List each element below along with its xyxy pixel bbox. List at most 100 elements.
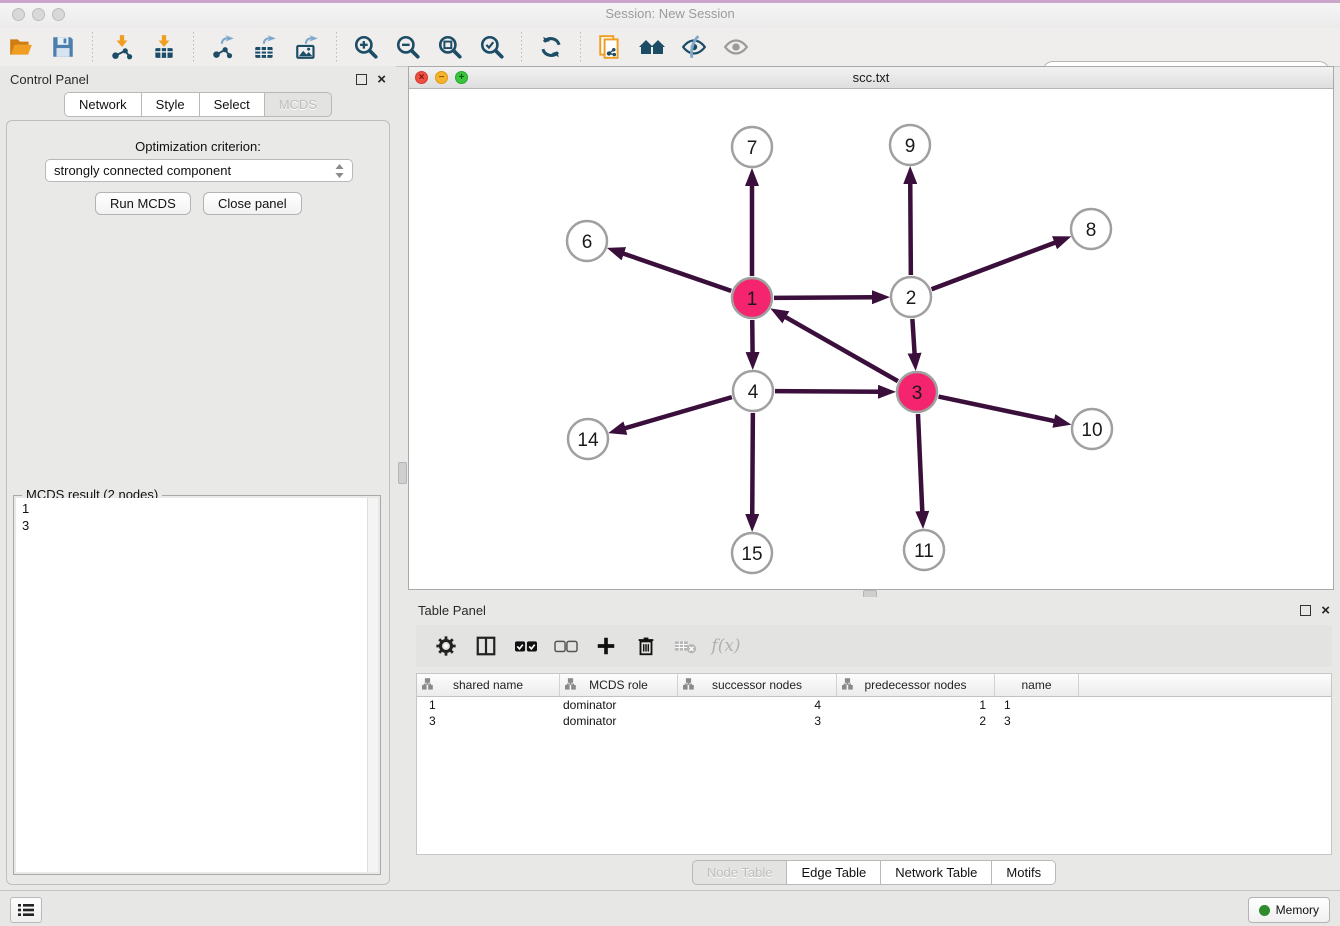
- deselect-all-checks-icon[interactable]: [551, 631, 581, 661]
- table-panel-title: Table Panel: [418, 603, 486, 618]
- graph-node-label: 6: [582, 232, 593, 253]
- close-panel-button[interactable]: Close panel: [203, 192, 302, 215]
- import-table-icon[interactable]: [149, 32, 179, 62]
- network-from-document-icon[interactable]: [595, 32, 625, 62]
- network-window-titlebar[interactable]: × − + scc.txt: [409, 67, 1333, 89]
- export-network-icon[interactable]: [208, 32, 238, 62]
- graph-node-label: 15: [741, 544, 762, 565]
- graph-edge-4-14[interactable]: [623, 397, 732, 429]
- mcds-result-group: MCDS result (2 nodes) 1 3: [13, 495, 381, 875]
- graph-edge-3-10[interactable]: [939, 397, 1057, 422]
- column-header-successor-nodes[interactable]: successor nodes: [678, 674, 837, 696]
- table-row[interactable]: 3dominator323: [417, 713, 1331, 729]
- delete-table-icon[interactable]: [671, 631, 701, 661]
- main-titlebar: Session: New Session: [0, 0, 1340, 29]
- table-row[interactable]: 1dominator411: [417, 697, 1331, 713]
- home-icon[interactable]: [637, 32, 667, 62]
- column-header-name[interactable]: name: [995, 674, 1079, 696]
- graph-node-label: 10: [1081, 420, 1102, 441]
- table-cell[interactable]: 3: [417, 714, 560, 728]
- table-header-row: shared name MCDS role successor nodesprede…: [417, 674, 1331, 697]
- network-canvas[interactable]: 1234678910111415: [410, 89, 1332, 589]
- window-title: Session: New Session: [0, 6, 1340, 21]
- table-toolbar: f(x): [416, 625, 1332, 667]
- column-header-label: shared name: [453, 678, 523, 692]
- graph-edge-4-15[interactable]: [752, 413, 753, 517]
- graph-edge-3-11[interactable]: [918, 414, 922, 514]
- table-cell[interactable]: 1: [837, 698, 995, 712]
- status-bar: Memory: [0, 890, 1340, 926]
- network-window-title: scc.txt: [409, 70, 1333, 85]
- show-panel-eye-icon[interactable]: [721, 32, 751, 62]
- export-table-icon[interactable]: [250, 32, 280, 62]
- open-session-icon[interactable]: [6, 32, 36, 62]
- column-header-label: MCDS role: [589, 678, 648, 692]
- tab-select[interactable]: Select: [200, 92, 265, 117]
- import-network-icon[interactable]: [107, 32, 137, 62]
- table-cell[interactable]: 1: [995, 698, 1079, 712]
- hide-panel-eye-icon[interactable]: [679, 32, 709, 62]
- graph-node-label: 14: [577, 430, 599, 451]
- mcds-result-text[interactable]: 1 3: [16, 498, 378, 872]
- graph-edge-2-9[interactable]: [910, 181, 911, 275]
- graph-edge-1-2[interactable]: [774, 297, 875, 298]
- tab-motifs[interactable]: Motifs: [992, 860, 1056, 885]
- criterion-selected-value: strongly connected component: [54, 163, 231, 178]
- select-all-checks-icon[interactable]: [511, 631, 541, 661]
- graph-node-label: 4: [748, 382, 759, 403]
- vertical-split-handle[interactable]: [398, 462, 407, 484]
- tab-style[interactable]: Style: [142, 92, 200, 117]
- graph-edge-1-6[interactable]: [621, 253, 731, 291]
- graph-edge-2-3[interactable]: [912, 319, 914, 356]
- tab-mcds[interactable]: MCDS: [265, 92, 332, 117]
- toolbar-separator: [580, 32, 581, 62]
- tab-network[interactable]: Network: [64, 92, 142, 117]
- graph-edge-4-3[interactable]: [775, 391, 881, 392]
- tab-node-table[interactable]: Node Table: [692, 860, 788, 885]
- control-panel-title: Control Panel: [10, 72, 89, 87]
- main-toolbar: [0, 28, 1340, 67]
- close-panel-icon[interactable]: ×: [377, 72, 386, 87]
- table-options-gear-icon[interactable]: [431, 631, 461, 661]
- criterion-select[interactable]: strongly connected component: [45, 159, 353, 182]
- refresh-icon[interactable]: [536, 32, 566, 62]
- close-table-panel-icon[interactable]: ×: [1321, 603, 1330, 618]
- graph-node-label: 2: [906, 288, 917, 309]
- titlebar-tint-strip: [0, 0, 1340, 3]
- show-column-icon[interactable]: [471, 631, 501, 661]
- graph-node-label: 3: [912, 383, 923, 404]
- graph-edge-3-1[interactable]: [783, 316, 898, 381]
- graph-edge-2-8[interactable]: [932, 242, 1058, 290]
- table-cell[interactable]: dominator: [560, 698, 678, 712]
- tab-edge-table[interactable]: Edge Table: [787, 860, 881, 885]
- apply-function-icon: f(x): [711, 631, 741, 661]
- float-panel-icon[interactable]: [356, 74, 367, 85]
- memory-button[interactable]: Memory: [1248, 897, 1330, 923]
- graph-node-label: 9: [905, 136, 916, 157]
- task-history-button[interactable]: [10, 897, 42, 923]
- table-cell[interactable]: 3: [678, 714, 837, 728]
- table-cell[interactable]: dominator: [560, 714, 678, 728]
- zoom-in-icon[interactable]: [351, 32, 381, 62]
- result-scrollbar[interactable]: [367, 498, 378, 872]
- save-session-icon[interactable]: [48, 32, 78, 62]
- zoom-selected-icon[interactable]: [477, 32, 507, 62]
- tab-network-table[interactable]: Network Table: [881, 860, 992, 885]
- toolbar-separator: [521, 32, 522, 62]
- column-header-shared-name[interactable]: shared name: [417, 674, 560, 696]
- zoom-fit-icon[interactable]: [435, 32, 465, 62]
- optimization-criterion-label: Optimization criterion:: [7, 139, 389, 154]
- memory-label: Memory: [1276, 903, 1319, 917]
- table-cell[interactable]: 3: [995, 714, 1079, 728]
- export-image-icon[interactable]: [292, 32, 322, 62]
- table-cell[interactable]: 1: [417, 698, 560, 712]
- run-mcds-button[interactable]: Run MCDS: [95, 192, 191, 215]
- table-cell[interactable]: 4: [678, 698, 837, 712]
- add-column-icon[interactable]: [591, 631, 621, 661]
- delete-column-icon[interactable]: [631, 631, 661, 661]
- column-header-predecessor-nodes[interactable]: predecessor nodes: [837, 674, 995, 696]
- table-cell[interactable]: 2: [837, 714, 995, 728]
- float-table-panel-icon[interactable]: [1300, 605, 1311, 616]
- zoom-out-icon[interactable]: [393, 32, 423, 62]
- column-header-MCDS-role[interactable]: MCDS role: [560, 674, 678, 696]
